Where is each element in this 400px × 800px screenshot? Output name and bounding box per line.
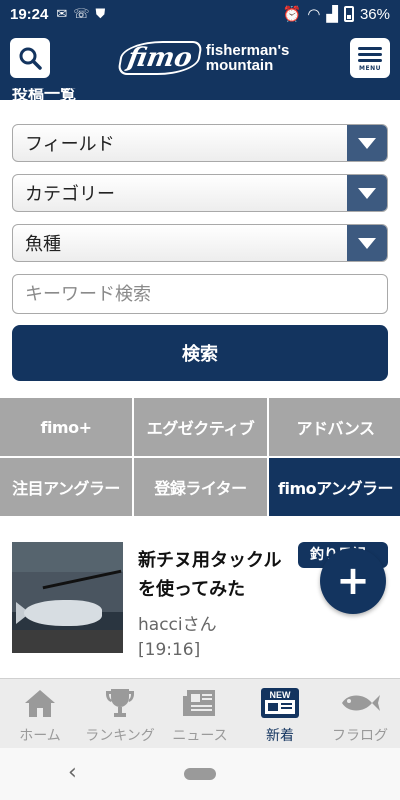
search-icon xyxy=(19,47,42,70)
alarm-icon: ⏰ xyxy=(282,6,302,23)
tab-fimo-plus[interactable]: fimo+ xyxy=(0,398,132,456)
species-select-arrow xyxy=(347,225,387,261)
search-button[interactable] xyxy=(10,38,50,78)
status-right: ⏰ ◠ ▟ 36% xyxy=(282,5,390,24)
section-heading-strip: 投稿一覧 xyxy=(0,88,400,100)
bottom-nav: ホーム ランキング ニュース NEW 新着 フラログ xyxy=(0,678,400,748)
nav-ranking[interactable]: ランキング xyxy=(80,679,160,748)
keyword-search-input[interactable] xyxy=(12,274,388,314)
nav-new-label: 新着 xyxy=(266,728,294,744)
plus-icon: + xyxy=(336,558,370,604)
new-badge-icon: NEW xyxy=(260,685,300,721)
section-heading: 投稿一覧 xyxy=(12,88,77,100)
mail-icon: ✉ xyxy=(56,6,68,21)
system-nav-bar: ‹ xyxy=(0,748,400,800)
article-thumbnail[interactable] xyxy=(12,542,123,653)
chevron-down-icon xyxy=(358,237,376,249)
article-title[interactable]: 新チヌ用タックルを使ってみた xyxy=(138,546,288,604)
menu-button[interactable]: MENU xyxy=(350,38,390,78)
chevron-down-icon xyxy=(358,137,376,149)
tab-fimo-angler[interactable]: fimoアングラー xyxy=(269,458,400,516)
article-time: [19:16] xyxy=(138,640,201,660)
field-select-value: フィールド xyxy=(25,134,115,155)
back-icon[interactable]: ‹ xyxy=(68,760,77,785)
category-select-value: カテゴリー xyxy=(25,184,115,205)
newspaper-icon xyxy=(181,685,219,721)
nav-ranking-label: ランキング xyxy=(85,728,155,744)
search-submit-button[interactable]: 検索 xyxy=(12,325,388,381)
tab-executive[interactable]: エグゼクティブ xyxy=(134,398,267,456)
chevron-down-icon xyxy=(358,187,376,199)
signal-icon: ▟ xyxy=(326,6,338,23)
species-select[interactable]: 魚種 xyxy=(12,224,388,262)
category-select-arrow xyxy=(347,175,387,211)
angler-category-tabs: fimo+ エグゼクティブ アドバンス 注目アングラー 登録ライター fimoア… xyxy=(0,398,400,516)
status-bar: 19:24 ✉ ☏ ⛊ ⏰ ◠ ▟ 36% xyxy=(0,0,400,28)
nav-flalog-label: フラログ xyxy=(332,728,388,744)
tab-registered-writer[interactable]: 登録ライター xyxy=(134,458,267,516)
add-post-button[interactable]: + xyxy=(320,548,386,614)
nav-home-label: ホーム xyxy=(19,728,61,744)
species-select-value: 魚種 xyxy=(25,234,61,255)
status-time: 19:24 xyxy=(10,5,49,23)
hamburger-icon xyxy=(358,44,382,65)
logo-line2: mountain xyxy=(205,57,274,74)
nav-flalog[interactable]: フラログ xyxy=(320,679,400,748)
battery-percent: 36% xyxy=(359,5,390,23)
missed-call-icon: ☏ xyxy=(73,6,90,21)
category-select[interactable]: カテゴリー xyxy=(12,174,388,212)
tab-featured-angler[interactable]: 注目アングラー xyxy=(0,458,132,516)
nav-news-label: ニュース xyxy=(172,728,228,744)
home-icon xyxy=(22,685,58,721)
app-header: fimo fisherman's mountain MENU xyxy=(0,28,400,88)
nav-new[interactable]: NEW 新着 xyxy=(240,679,320,748)
logo-brand-text: fisherman's mountain xyxy=(206,43,290,73)
field-select[interactable]: フィールド xyxy=(12,124,388,162)
article-author: hacciさん xyxy=(138,615,217,635)
nav-home[interactable]: ホーム xyxy=(0,679,80,748)
fimo-logo[interactable]: fimo fisherman's mountain xyxy=(117,38,290,78)
fish-icon xyxy=(338,685,382,721)
tab-advance[interactable]: アドバンス xyxy=(269,398,400,456)
home-pill[interactable] xyxy=(184,768,216,780)
field-select-arrow xyxy=(347,125,387,161)
trophy-icon xyxy=(102,685,138,721)
logo-fimo: fimo xyxy=(117,41,203,75)
shield-icon: ⛊ xyxy=(95,6,106,21)
menu-label: MENU xyxy=(359,65,381,72)
wifi-icon: ◠ xyxy=(307,6,321,23)
nav-news[interactable]: ニュース xyxy=(160,679,240,748)
battery-icon xyxy=(343,6,354,22)
svg-text:NEW: NEW xyxy=(270,690,292,700)
logo-line1: fisherman's xyxy=(205,42,290,59)
